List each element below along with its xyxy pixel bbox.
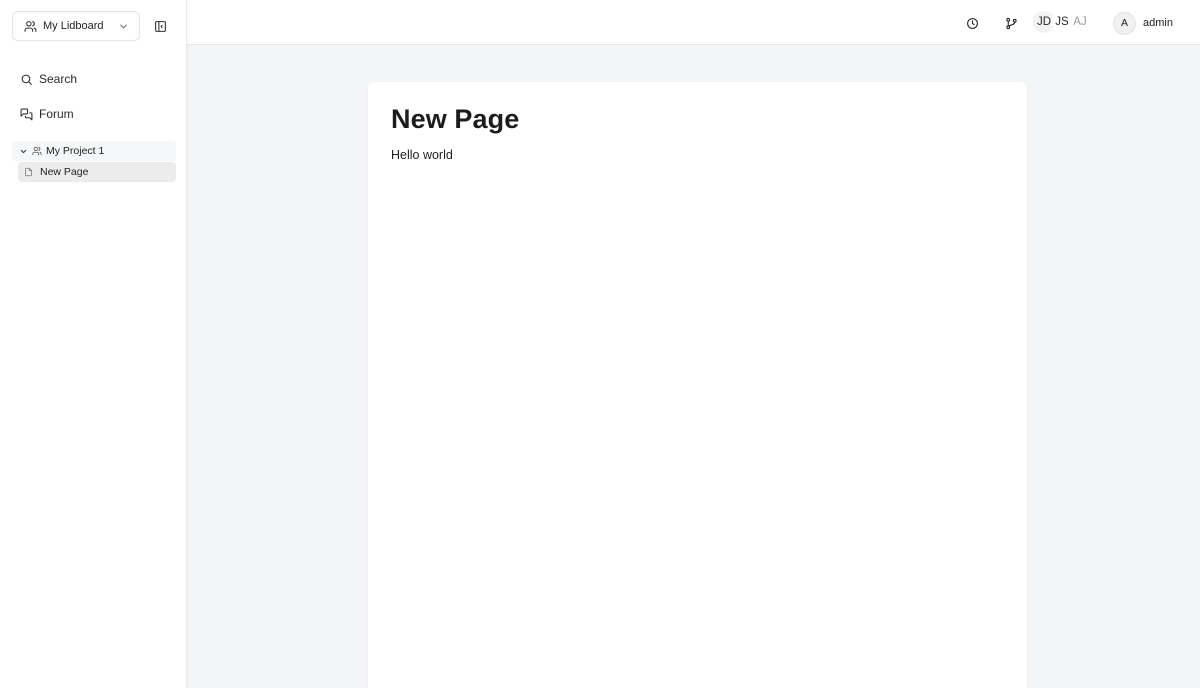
- user-name: admin: [1143, 17, 1173, 29]
- clock-icon[interactable]: [961, 12, 983, 34]
- app-window: My Lidboard Search Forum My Project 1 Ne…: [0, 0, 1200, 688]
- sidebar-item-label: Search: [39, 72, 78, 86]
- document-body-text[interactable]: Hello world: [391, 148, 453, 162]
- chat-bubbles-icon: [20, 108, 33, 121]
- user-menu[interactable]: A admin: [1113, 11, 1173, 35]
- search-icon: [20, 73, 33, 86]
- tree-item-project[interactable]: My Project 1: [12, 141, 176, 161]
- collaborator-avatars: JD JS AJ: [1033, 11, 1091, 33]
- tree-item-page[interactable]: New Page: [18, 162, 176, 182]
- tree-item-label: My Project 1: [46, 145, 105, 157]
- sidebar-item-forum[interactable]: Forum: [16, 102, 176, 126]
- sidebar: My Lidboard Search Forum My Project 1 Ne…: [0, 0, 187, 688]
- page-title[interactable]: New Page: [391, 104, 519, 135]
- file-icon: [24, 167, 33, 177]
- workspace-name: My Lidboard: [43, 20, 104, 32]
- collaborator-avatar[interactable]: AJ: [1069, 11, 1091, 33]
- git-branch-icon[interactable]: [1000, 12, 1022, 34]
- sidebar-item-search[interactable]: Search: [16, 67, 176, 91]
- tree-item-label: New Page: [40, 166, 89, 178]
- chevron-down-icon[interactable]: [19, 147, 28, 156]
- sidebar-item-label: Forum: [39, 107, 74, 121]
- users-icon: [24, 20, 37, 33]
- avatar: A: [1113, 11, 1136, 35]
- top-bar: JD JS AJ A admin: [187, 0, 1200, 45]
- document-editor[interactable]: New Page Hello world: [368, 82, 1027, 688]
- users-icon: [32, 146, 42, 156]
- workspace-switcher[interactable]: My Lidboard: [12, 11, 140, 41]
- sidebar-toggle-icon[interactable]: [150, 16, 170, 36]
- chevron-down-icon: [118, 21, 129, 32]
